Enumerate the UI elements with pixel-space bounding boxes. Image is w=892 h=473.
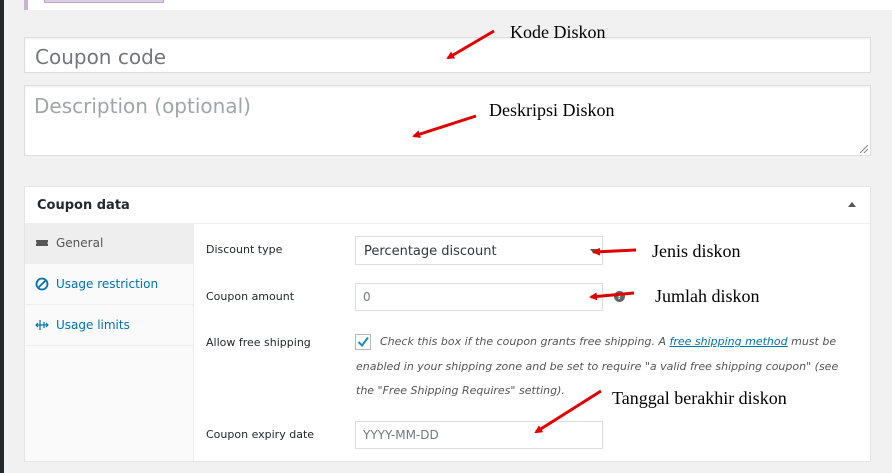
annotation-jumlah: Jumlah diskon [655,286,760,306]
annotation-deskripsi: Deskripsi Diskon [489,100,615,120]
annotation-jenis: Jenis diskon [652,241,741,261]
arrow-deskripsi [412,114,477,138]
arrow-kode [446,29,495,60]
annotation-kode: Kode Diskon [510,22,606,42]
arrow-jenis [592,247,637,256]
annotation-tanggal: Tanggal berakhir diskon [612,388,787,408]
arrow-jumlah [589,291,635,301]
arrow-tanggal [534,389,602,434]
